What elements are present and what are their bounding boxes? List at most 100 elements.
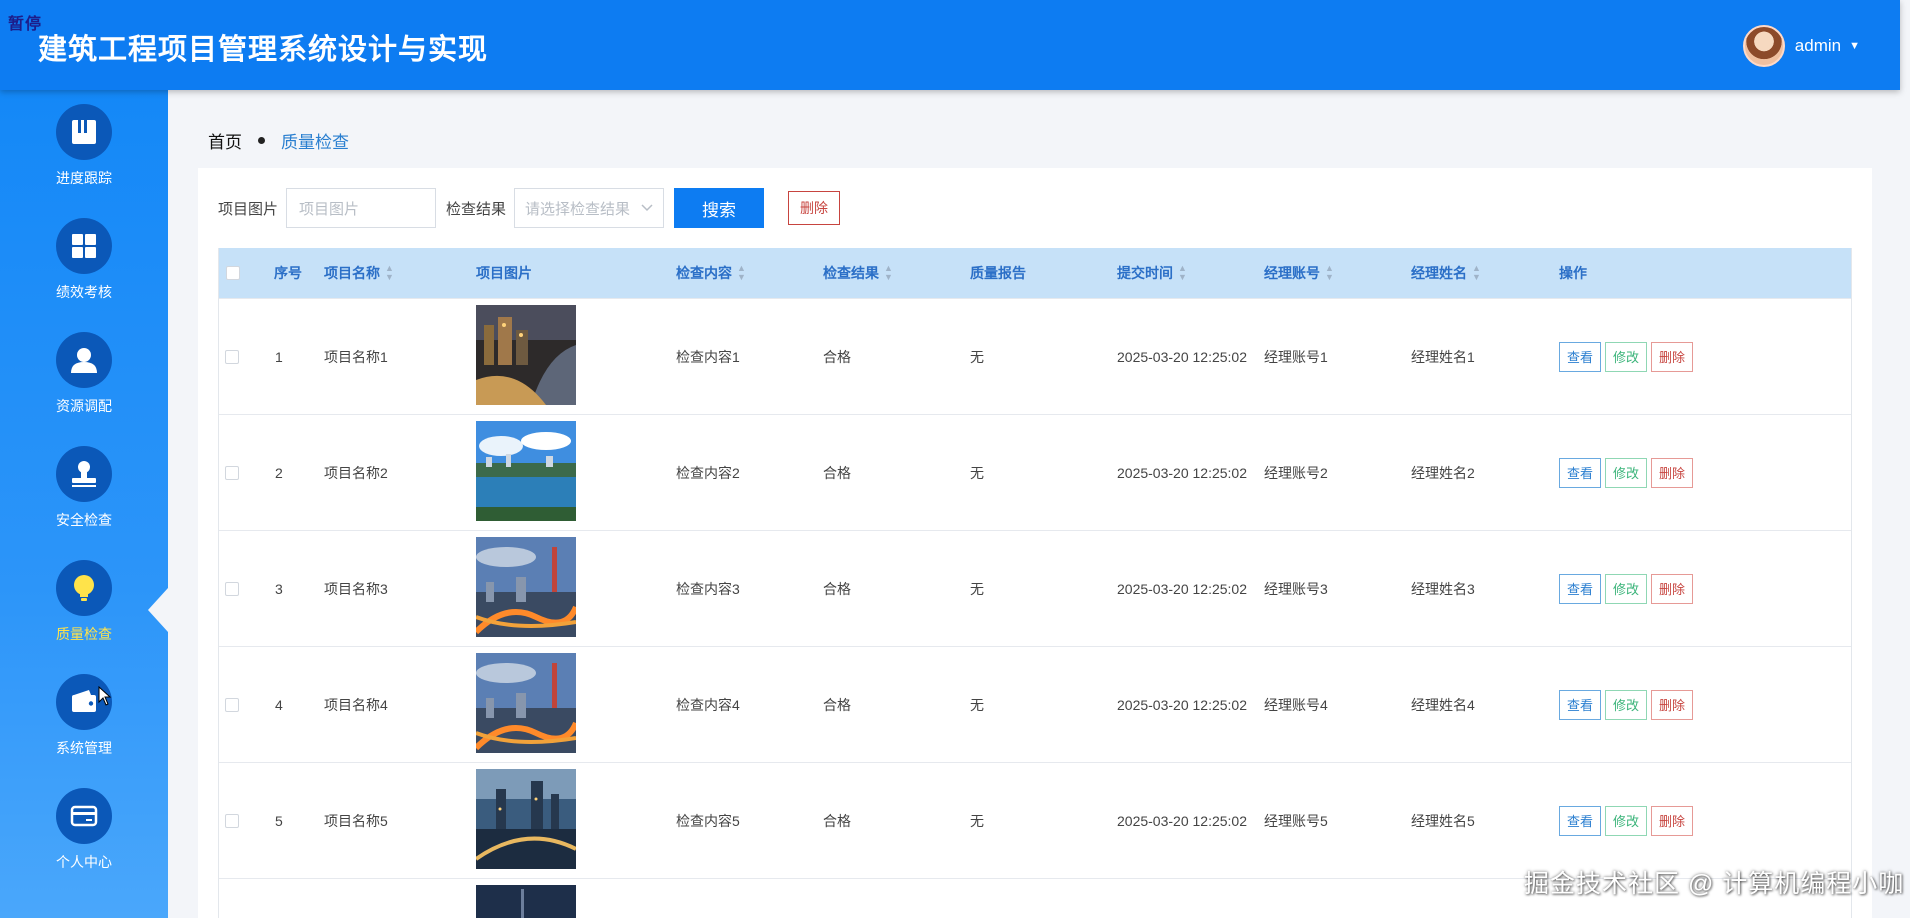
sidebar-item-progress[interactable]: 进度跟踪 bbox=[0, 104, 168, 188]
sidebar-item-resources[interactable]: 资源调配 bbox=[0, 332, 168, 416]
active-indicator bbox=[148, 588, 168, 632]
row-checkbox[interactable] bbox=[225, 582, 239, 596]
sidebar-item-label: 质量检查 bbox=[56, 626, 112, 642]
sidebar: 进度跟踪 绩效考核 资源调配 安全检查 质量检查 系统管理 个人中心 bbox=[0, 90, 168, 918]
column-header: 操作 bbox=[1559, 265, 1587, 281]
cell-index: 3 bbox=[275, 580, 283, 597]
image-label: 项目图片 bbox=[218, 200, 279, 218]
sidebar-item-label: 个人中心 bbox=[56, 854, 112, 870]
sidebar-item-profile[interactable]: 个人中心 bbox=[0, 788, 168, 872]
column-header[interactable]: 经理账号 ▲ ▼ bbox=[1264, 263, 1334, 283]
search-button[interactable]: 搜索 bbox=[674, 188, 765, 228]
sort-icon[interactable]: ▲ ▼ bbox=[737, 264, 746, 282]
cell-time: 2025-03-20 12:25:02 bbox=[1117, 696, 1247, 713]
sidebar-item-safety[interactable]: 安全检查 bbox=[0, 446, 168, 530]
row-checkbox[interactable] bbox=[225, 814, 239, 828]
sort-icon[interactable]: ▲ ▼ bbox=[1472, 264, 1481, 282]
column-header: 项目图片 bbox=[476, 265, 532, 281]
sort-icon[interactable]: ▲ ▼ bbox=[385, 264, 394, 282]
cell-name: 项目名称5 bbox=[324, 812, 388, 829]
cell-manager: 经理姓名5 bbox=[1411, 812, 1475, 829]
column-header[interactable]: 项目名称 ▲ ▼ bbox=[324, 263, 394, 283]
image-input[interactable]: 项目图片 bbox=[286, 188, 437, 228]
breadcrumb: 首页 质量检查 bbox=[208, 128, 349, 153]
row-checkbox[interactable] bbox=[225, 350, 239, 364]
cell-name: 项目名称2 bbox=[324, 464, 388, 481]
cell-result: 合格 bbox=[823, 812, 851, 829]
cell-content: 检查内容5 bbox=[676, 812, 740, 829]
table-row: 5 项目名称5 检查内容5 合格 无 2025-03-20 12:25:02 经… bbox=[219, 762, 1851, 878]
batch-delete-button[interactable]: 删除 bbox=[788, 191, 841, 225]
column-header[interactable]: 检查内容 ▲ ▼ bbox=[676, 263, 746, 283]
cell-report: 无 bbox=[970, 812, 984, 829]
row-actions: 查看 修改 删除 bbox=[1559, 805, 1697, 836]
edit-button[interactable]: 修改 bbox=[1605, 341, 1648, 372]
column-header[interactable]: 检查结果 ▲ ▼ bbox=[823, 263, 893, 283]
cell-index: 2 bbox=[275, 464, 283, 481]
row-checkbox[interactable] bbox=[225, 698, 239, 712]
delete-button[interactable]: 删除 bbox=[1651, 689, 1694, 720]
cell-result: 合格 bbox=[823, 348, 851, 365]
cell-content: 检查内容1 bbox=[676, 348, 740, 365]
delete-button[interactable]: 删除 bbox=[1651, 805, 1694, 836]
row-checkbox[interactable] bbox=[225, 466, 239, 480]
select-all-checkbox[interactable] bbox=[226, 266, 240, 280]
column-header[interactable]: 提交时间 ▲ ▼ bbox=[1117, 263, 1187, 283]
sort-icon[interactable]: ▲ ▼ bbox=[884, 264, 893, 282]
mouse-cursor-icon bbox=[98, 686, 112, 706]
cell-index: 5 bbox=[275, 812, 283, 829]
view-button[interactable]: 查看 bbox=[1559, 573, 1602, 604]
project-image[interactable] bbox=[476, 305, 576, 405]
delete-button[interactable]: 删除 bbox=[1651, 341, 1694, 372]
row-actions: 查看 修改 删除 bbox=[1559, 341, 1697, 372]
view-button[interactable]: 查看 bbox=[1559, 341, 1602, 372]
sidebar-item-performance[interactable]: 绩效考核 bbox=[0, 218, 168, 302]
cell-account: 经理账号4 bbox=[1264, 696, 1328, 713]
project-image[interactable] bbox=[476, 885, 576, 918]
edit-button[interactable]: 修改 bbox=[1605, 457, 1648, 488]
column-header[interactable]: 经理姓名 ▲ ▼ bbox=[1411, 263, 1481, 283]
sort-icon[interactable]: ▲ ▼ bbox=[1325, 264, 1334, 282]
table-row: 3 项目名称3 检查内容3 合格 无 2025-03-20 12:25:02 经… bbox=[219, 530, 1851, 646]
edit-button[interactable]: 修改 bbox=[1605, 573, 1648, 604]
cell-manager: 经理姓名2 bbox=[1411, 464, 1475, 481]
user-menu[interactable]: admin ▼ bbox=[1742, 24, 1860, 68]
cell-result: 合格 bbox=[823, 580, 851, 597]
row-actions: 查看 修改 删除 bbox=[1559, 573, 1697, 604]
cell-content: 检查内容4 bbox=[676, 696, 740, 713]
avatar[interactable] bbox=[1742, 25, 1785, 67]
result-select-placeholder: 请选择检查结果 bbox=[525, 200, 631, 218]
sort-icon[interactable]: ▲ ▼ bbox=[1178, 264, 1187, 282]
user-name[interactable]: admin bbox=[1795, 36, 1841, 56]
edit-button[interactable]: 修改 bbox=[1605, 689, 1648, 720]
sidebar-item-system[interactable]: 系统管理 bbox=[0, 674, 168, 758]
project-image[interactable] bbox=[476, 421, 576, 521]
cell-name: 项目名称4 bbox=[324, 696, 388, 713]
breadcrumb-home[interactable]: 首页 bbox=[208, 128, 242, 153]
cell-name: 项目名称1 bbox=[324, 348, 388, 365]
view-button[interactable]: 查看 bbox=[1559, 689, 1602, 720]
cell-content: 检查内容2 bbox=[676, 464, 740, 481]
cell-result: 合格 bbox=[823, 696, 851, 713]
caret-down-icon[interactable]: ▼ bbox=[1849, 40, 1860, 52]
sidebar-item-label: 安全检查 bbox=[56, 512, 112, 528]
sidebar-item-quality[interactable]: 质量检查 bbox=[0, 560, 168, 644]
view-button[interactable]: 查看 bbox=[1559, 805, 1602, 836]
cell-index: 4 bbox=[275, 696, 283, 713]
lightbulb-icon bbox=[56, 560, 112, 616]
top-header: 暂停 建筑工程项目管理系统设计与实现 admin ▼ bbox=[0, 0, 1900, 90]
delete-button[interactable]: 删除 bbox=[1651, 573, 1694, 604]
result-select[interactable]: 请选择检查结果 bbox=[514, 188, 665, 228]
delete-button[interactable]: 删除 bbox=[1651, 457, 1694, 488]
edit-button[interactable]: 修改 bbox=[1605, 805, 1648, 836]
project-image[interactable] bbox=[476, 653, 576, 753]
column-header: 质量报告 bbox=[970, 265, 1026, 281]
column-header: 序号 bbox=[274, 265, 302, 281]
project-image[interactable] bbox=[476, 537, 576, 637]
project-image[interactable] bbox=[476, 769, 576, 869]
breadcrumb-current: 质量检查 bbox=[281, 133, 349, 152]
cell-index: 1 bbox=[275, 348, 283, 365]
cell-time: 2025-03-20 12:25:02 bbox=[1117, 464, 1247, 481]
view-button[interactable]: 查看 bbox=[1559, 457, 1602, 488]
grid-icon bbox=[56, 218, 112, 274]
